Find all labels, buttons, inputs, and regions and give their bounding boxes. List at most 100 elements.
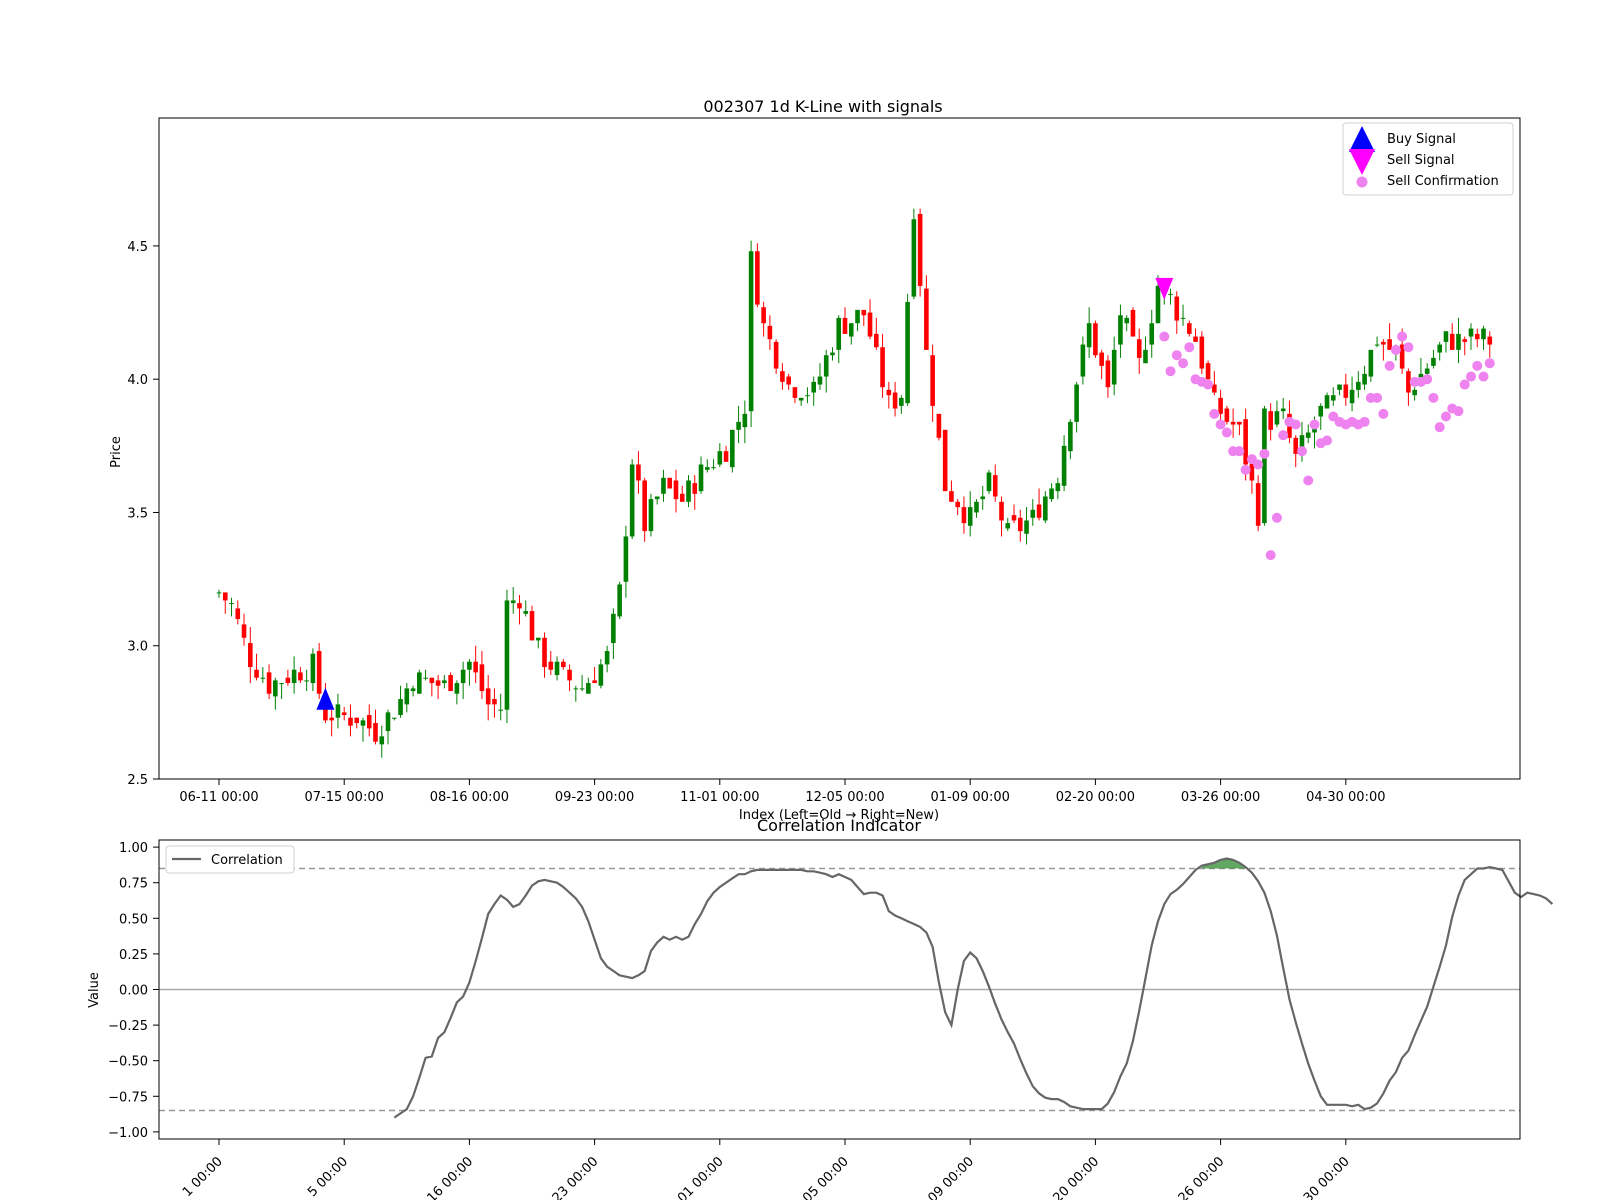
- sell-confirmation-point: [1221, 427, 1232, 438]
- candle-body: [1412, 389, 1417, 396]
- legend-sell-confirmation: Sell Confirmation: [1387, 174, 1499, 189]
- candle-body: [523, 611, 529, 614]
- price-x-tick-label: 03-26 00:00: [1181, 790, 1260, 805]
- sell-confirmation-point: [1278, 430, 1289, 441]
- candle-body: [366, 715, 372, 729]
- candle-body: [1030, 509, 1036, 518]
- candle-body: [830, 352, 835, 356]
- sell-confirmation-point: [1303, 475, 1314, 486]
- candle-body: [391, 717, 397, 719]
- candle-body: [874, 333, 879, 348]
- candle-body: [742, 413, 748, 428]
- candle-body: [1481, 328, 1486, 340]
- sell-confirmation-point: [1440, 411, 1451, 422]
- candle-body: [1118, 315, 1123, 345]
- correlation-y-tick-label: 0.00: [119, 984, 148, 999]
- legend-correlation: Correlation: [211, 853, 283, 868]
- candle-body: [1130, 309, 1136, 337]
- sell-confirmation-point: [1484, 358, 1495, 369]
- candle-body: [755, 251, 760, 305]
- correlation-x-tick-label: 16 00:00: [425, 1154, 477, 1200]
- candle-body: [942, 429, 948, 492]
- candle-body: [1381, 341, 1386, 345]
- correlation-y-tick-label: 1.00: [119, 841, 148, 856]
- candle-body: [761, 307, 766, 324]
- candle-body: [629, 464, 635, 537]
- candle-body: [1437, 344, 1442, 353]
- candle-body: [1431, 357, 1436, 366]
- candle-body: [1237, 421, 1242, 425]
- price-y-tick-label: 4.5: [127, 240, 148, 255]
- candle-body: [417, 672, 422, 694]
- sell-confirmation-point: [1165, 366, 1176, 377]
- candle-body: [949, 491, 954, 502]
- candle-body: [886, 389, 892, 396]
- correlation-x-tick-label: 1 00:00: [180, 1154, 226, 1200]
- candle-body: [467, 661, 472, 670]
- price-y-tick-label: 3.0: [127, 640, 148, 655]
- candle-body: [1111, 349, 1117, 385]
- candle-body: [316, 651, 322, 694]
- candle-body: [1462, 339, 1468, 342]
- candle-body: [1187, 323, 1192, 334]
- candle-body: [1224, 408, 1230, 422]
- candle-body: [291, 669, 297, 684]
- candle-body: [1456, 333, 1461, 350]
- candle-body: [936, 413, 942, 438]
- candle-body: [360, 720, 366, 726]
- candle-body: [992, 475, 998, 497]
- candle-body: [1362, 373, 1367, 385]
- price-y-label: Price: [109, 436, 124, 468]
- candle-body: [1099, 352, 1104, 366]
- candle-body: [698, 464, 704, 492]
- candle-body: [535, 637, 541, 641]
- sell-confirmation-point: [1240, 464, 1251, 475]
- sell-confirmation-point: [1209, 408, 1220, 419]
- sell-confirmation-point: [1472, 360, 1483, 371]
- correlation-y-tick-label: −1.00: [108, 1126, 148, 1141]
- price-y-axis: 2.5 3.0 3.5 4.0 4.5: [127, 240, 159, 788]
- candle-body: [448, 675, 453, 692]
- candle-body: [398, 699, 403, 716]
- price-x-axis: 06-11 00:00 07-15 00:00 08-16 00:00 09-23 0…: [179, 779, 1385, 805]
- candle-body: [961, 507, 967, 524]
- candle-body: [435, 680, 441, 686]
- sell-confirmation-point: [1234, 446, 1245, 457]
- sell-confirmation-point: [1203, 379, 1214, 390]
- candle-body: [1093, 323, 1098, 356]
- candle-body: [1324, 395, 1330, 409]
- candle-body: [1487, 336, 1493, 345]
- candle-body: [1368, 349, 1374, 377]
- candle-body: [686, 480, 691, 502]
- candle-body: [780, 371, 785, 382]
- correlation-x-tick-label: 30 00:00: [1301, 1154, 1353, 1200]
- correlation-y-tick-label: 0.25: [119, 948, 148, 963]
- correlation-x-axis: 1 00:00 5 00:00 16 00:00 23 00:00 01 00:00 05…: [180, 1139, 1353, 1200]
- sell-confirmation-point: [1372, 392, 1383, 403]
- correlation-y-tick-label: 0.75: [119, 877, 148, 892]
- price-x-tick-label: 01-09 00:00: [931, 790, 1010, 805]
- candle-body: [967, 507, 973, 526]
- candle-body: [661, 477, 666, 494]
- chart-figure: 002307 1d K-Line with signals 2.5 3.0 3.5 4…: [87, 97, 1554, 1200]
- candle-body: [748, 251, 754, 412]
- price-plot-frame: [158, 117, 1521, 780]
- candle-body: [592, 680, 597, 684]
- candle-body: [329, 717, 334, 721]
- candle-body: [805, 395, 810, 397]
- correlation-x-tick-label: 05 00:00: [800, 1154, 852, 1200]
- candle-body: [1074, 384, 1079, 422]
- signal-markers: [316, 277, 1174, 710]
- candle-body: [911, 219, 917, 297]
- candle-body: [1024, 520, 1029, 534]
- candle-body: [1424, 368, 1430, 374]
- correlation-x-tick-label: 09 00:00: [925, 1154, 977, 1200]
- candle-body: [454, 683, 460, 694]
- candle-body: [485, 688, 491, 705]
- candle-body: [723, 451, 729, 462]
- candle-body: [855, 309, 860, 324]
- candle-body: [654, 496, 660, 500]
- price-y-tick-label: 2.5: [127, 773, 148, 788]
- sell-confirmation-point: [1466, 371, 1476, 382]
- candle-body: [679, 493, 685, 502]
